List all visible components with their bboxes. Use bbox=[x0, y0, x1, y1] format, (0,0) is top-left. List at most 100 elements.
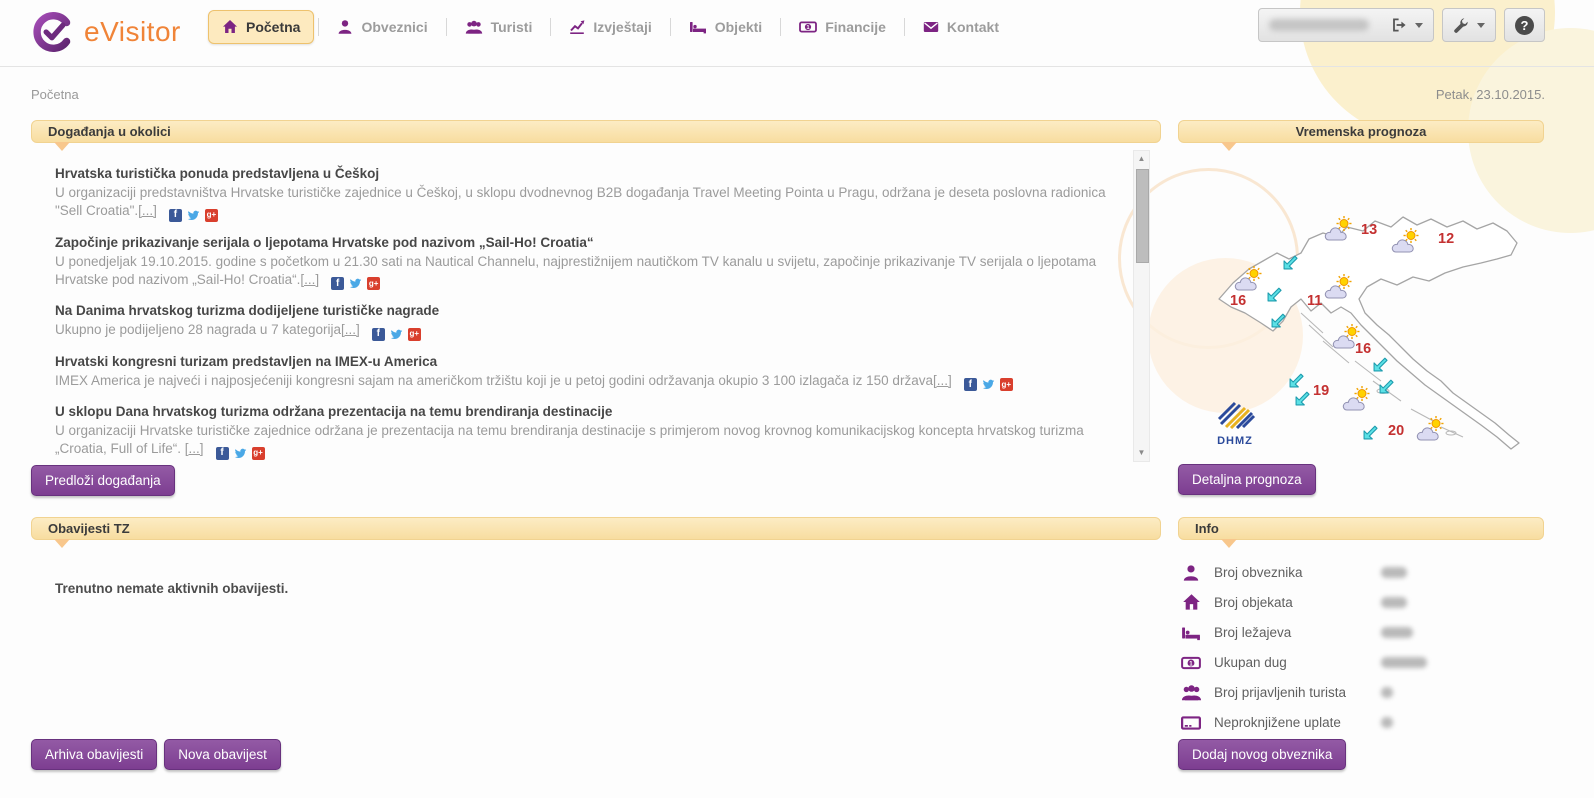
info-panel-header: Info bbox=[1178, 517, 1544, 540]
nav-item-turisti[interactable]: Turisti bbox=[451, 10, 547, 44]
banknote-icon bbox=[799, 19, 817, 35]
info-row: Neproknjižene uplate bbox=[1178, 710, 1544, 735]
social-share: f g+ bbox=[964, 378, 1013, 391]
weather-panel-header: Vremenska prognoza bbox=[1178, 120, 1544, 143]
notices-actions: Arhiva obavijesti Nova obavijest bbox=[31, 739, 281, 770]
googleplus-icon[interactable]: g+ bbox=[1000, 378, 1013, 391]
temperature-label: 16 bbox=[1230, 293, 1246, 309]
events-news-list: Hrvatska turistička ponuda predstavljena… bbox=[55, 166, 1127, 473]
read-more-link[interactable]: [...] bbox=[185, 441, 204, 456]
help-button[interactable]: ? bbox=[1504, 8, 1545, 42]
main-nav: Početna Obveznici Turisti Izvještaji Obj… bbox=[208, 7, 1013, 47]
twitter-icon[interactable] bbox=[349, 277, 362, 290]
house-icon bbox=[1178, 593, 1204, 612]
topbar-controls: ? bbox=[1258, 8, 1545, 42]
info-value-redacted bbox=[1381, 657, 1427, 668]
new-notice-button[interactable]: Nova obavijest bbox=[164, 739, 281, 770]
facebook-icon[interactable]: f bbox=[331, 277, 344, 290]
news-body: IMEX America je najveći i najposjećeniji… bbox=[55, 372, 1127, 392]
chevron-down-icon bbox=[1477, 23, 1485, 28]
read-more-link[interactable]: [...] bbox=[138, 203, 157, 218]
croatia-weather-map: 13 12 16 11 16 19 20 DHMZ bbox=[1205, 165, 1535, 463]
nav-item-objekti[interactable]: Objekti bbox=[675, 10, 776, 44]
chevron-down-icon bbox=[1415, 23, 1423, 28]
info-label: Neproknjižene uplate bbox=[1214, 715, 1381, 730]
suncloud-icon bbox=[1415, 415, 1449, 441]
facebook-icon[interactable]: f bbox=[216, 447, 229, 460]
detailed-forecast-button[interactable]: Detaljna prognoza bbox=[1178, 464, 1316, 495]
nav-item-kontakt[interactable]: Kontakt bbox=[909, 10, 1013, 44]
scroll-up-arrow[interactable]: ▲ bbox=[1134, 152, 1149, 166]
dhmz-logo: DHMZ bbox=[1205, 401, 1265, 447]
news-item: Hrvatska turistička ponuda predstavljena… bbox=[55, 166, 1127, 222]
news-title: Hrvatska turistička ponuda predstavljena… bbox=[55, 166, 1127, 181]
read-more-link[interactable]: [...] bbox=[300, 272, 319, 287]
info-row: Broj obveznika bbox=[1178, 560, 1544, 585]
wind-arrow-icon bbox=[1373, 355, 1390, 372]
user-menu-button[interactable] bbox=[1258, 8, 1434, 42]
news-body: U organizaciji Hrvatske turističke zajed… bbox=[55, 422, 1127, 460]
wind-arrow-icon bbox=[1271, 311, 1288, 328]
twitter-icon[interactable] bbox=[390, 328, 403, 341]
nav-item-pocetna[interactable]: Početna bbox=[208, 10, 314, 44]
facebook-icon[interactable]: f bbox=[169, 209, 182, 222]
info-row: Broj objekata bbox=[1178, 590, 1544, 615]
social-share: f g+ bbox=[216, 447, 265, 460]
nav-item-izvjestaji[interactable]: Izvještaji bbox=[555, 10, 665, 44]
news-body: U ponedjeljak 19.10.2015. godine s počet… bbox=[55, 253, 1127, 291]
temperature-label: 16 bbox=[1355, 341, 1371, 357]
info-row: Broj ležajeva bbox=[1178, 620, 1544, 645]
nav-item-obveznici[interactable]: Obveznici bbox=[323, 10, 441, 44]
news-scrollbar[interactable]: ▲ ▼ bbox=[1133, 150, 1150, 462]
news-title: Hrvatski kongresni turizam predstavljen … bbox=[55, 354, 1127, 369]
social-share: f g+ bbox=[169, 209, 218, 222]
nav-separator bbox=[550, 18, 551, 36]
info-label: Broj prijavljenih turista bbox=[1214, 685, 1381, 700]
googleplus-icon[interactable]: g+ bbox=[408, 328, 421, 341]
scrollbar-thumb[interactable] bbox=[1136, 169, 1149, 263]
suncloud-icon bbox=[1233, 265, 1267, 291]
googleplus-icon[interactable]: g+ bbox=[205, 209, 218, 222]
dhmz-label: DHMZ bbox=[1205, 435, 1265, 447]
read-more-link[interactable]: [...] bbox=[933, 373, 952, 388]
nav-label: Turisti bbox=[491, 19, 533, 35]
envelope-icon bbox=[923, 19, 939, 35]
settings-button[interactable] bbox=[1442, 8, 1496, 42]
suncloud-icon bbox=[1323, 215, 1357, 241]
facebook-icon[interactable]: f bbox=[964, 378, 977, 391]
nav-label: Kontakt bbox=[947, 19, 999, 35]
person-icon bbox=[337, 19, 353, 35]
facebook-icon[interactable]: f bbox=[372, 328, 385, 341]
scroll-down-arrow[interactable]: ▼ bbox=[1134, 446, 1149, 460]
wind-arrow-icon bbox=[1283, 253, 1300, 270]
nav-separator bbox=[318, 18, 319, 36]
news-body: U organizaciji predstavništva Hrvatske t… bbox=[55, 184, 1127, 222]
wind-arrow-icon bbox=[1363, 423, 1380, 440]
news-item: Na Danima hrvatskog turizma dodijeljene … bbox=[55, 303, 1127, 341]
add-new-obligor-button[interactable]: Dodaj novog obveznika bbox=[1178, 739, 1346, 770]
chart-icon bbox=[569, 19, 585, 35]
googleplus-icon[interactable]: g+ bbox=[367, 277, 380, 290]
twitter-icon[interactable] bbox=[234, 447, 247, 460]
twitter-icon[interactable] bbox=[187, 209, 200, 222]
wind-arrow-icon bbox=[1267, 285, 1284, 302]
wind-arrow-icon bbox=[1379, 377, 1396, 394]
nav-item-financije[interactable]: Financije bbox=[785, 10, 900, 44]
notices-archive-button[interactable]: Arhiva obavijesti bbox=[31, 739, 157, 770]
nav-label: Obveznici bbox=[361, 19, 427, 35]
nav-separator bbox=[670, 18, 671, 36]
read-more-link[interactable]: [...] bbox=[341, 322, 360, 337]
googleplus-icon[interactable]: g+ bbox=[252, 447, 265, 460]
propose-events-button[interactable]: Predloži događanja bbox=[31, 465, 175, 496]
home-icon bbox=[222, 19, 238, 35]
info-statistics: Broj obveznika Broj objekata Broj ležaje… bbox=[1178, 560, 1544, 740]
news-item: Započinje prikazivanje serijala o ljepot… bbox=[55, 235, 1127, 291]
news-text: U ponedjeljak 19.10.2015. godine s počet… bbox=[55, 254, 1096, 287]
bed-icon bbox=[689, 19, 707, 35]
temperature-label: 13 bbox=[1361, 222, 1377, 238]
notices-panel-header: Obavijesti TZ bbox=[31, 517, 1161, 540]
info-value-redacted bbox=[1381, 717, 1393, 728]
twitter-icon[interactable] bbox=[982, 378, 995, 391]
info-value-redacted bbox=[1381, 627, 1413, 638]
temperature-label: 11 bbox=[1307, 293, 1322, 309]
